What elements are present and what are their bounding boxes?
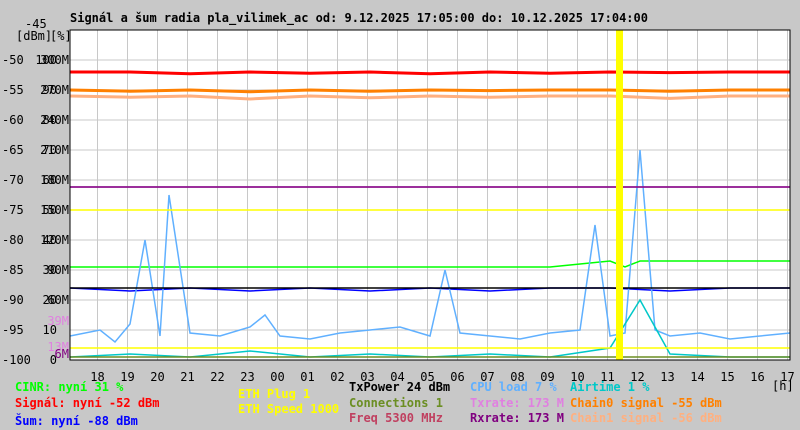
- y-tick-dbm: -95: [2, 323, 24, 337]
- legend-chain1: Chain1 signal -56 dBm: [570, 411, 722, 425]
- x-tick-label: 16: [750, 370, 764, 384]
- y-tick-rate: 300M: [40, 53, 69, 67]
- y-tick-dbm: -55: [2, 83, 24, 97]
- legend-chain0: Chain0 signal -55 dBm: [570, 396, 722, 410]
- x-tick-label: 00: [270, 370, 284, 384]
- y-tick-dbm: -90: [2, 293, 24, 307]
- x-tick-label: 23: [240, 370, 254, 384]
- y-tick-rate: 270M: [40, 83, 69, 97]
- legend-freq: Freq 5300 MHz: [349, 411, 443, 425]
- y-tick-dbm: -75: [2, 203, 24, 217]
- legend-cpu: CPU load 7 %: [470, 380, 557, 394]
- y-tick-dbm: -50: [2, 53, 24, 67]
- rate-marker-label: 6M: [55, 347, 69, 361]
- legend-txpower: TxPower 24 dBm: [349, 380, 451, 394]
- y-tick-rate: 120M: [40, 233, 69, 247]
- y-tick-dbm: -80: [2, 233, 24, 247]
- x-tick-label: 01: [300, 370, 314, 384]
- plot-area: 18 19 20 21 22 23 00 01 02 03 04 05 06 07 08 09 10 11 12 13…: [2, 17, 795, 393]
- legend-eth-plug: ETH Plug 1: [238, 387, 311, 401]
- y-tick-rate: 240M: [40, 113, 69, 127]
- time-marker: [616, 30, 623, 360]
- legend-noise: Šum: nyní -88 dBm: [15, 414, 138, 428]
- x-tick-label: 06: [450, 370, 464, 384]
- y-unit-pct: [%]: [50, 29, 72, 43]
- x-unit-label: [h]: [772, 379, 794, 393]
- y-tick-rate: 180M: [40, 173, 69, 187]
- plot-background: [70, 30, 790, 360]
- legend-airtime: Airtime 1 %: [570, 380, 650, 394]
- legend-txrate: Txrate: 173 M: [470, 396, 564, 410]
- legend-connections: Connections 1: [349, 396, 443, 410]
- y-tick-dbm: -60: [2, 113, 24, 127]
- x-tick-label: 22: [210, 370, 224, 384]
- y-tick-rate: 210M: [40, 143, 69, 157]
- y-tick-rate: 150M: [40, 203, 69, 217]
- x-tick-label: 14: [690, 370, 704, 384]
- chart-window: Signál a šum radia pla_vilimek_ac od: 9.…: [0, 0, 800, 430]
- x-tick-label: 20: [150, 370, 164, 384]
- x-tick-label: 02: [330, 370, 344, 384]
- y-tick-dbm: -85: [2, 263, 24, 277]
- legend-signal: Signál: nyní -52 dBm: [15, 396, 160, 410]
- x-tick-label: 21: [180, 370, 194, 384]
- rate-marker-label: 39M: [47, 314, 69, 328]
- legend-rxrate: Rxrate: 173 M: [470, 411, 564, 425]
- x-tick-label: 13: [660, 370, 674, 384]
- x-tick-label: 15: [720, 370, 734, 384]
- y-tick-dbm: -70: [2, 173, 24, 187]
- legend-eth-speed: ETH Speed 1000: [238, 402, 340, 416]
- legend-cinr: CINR: nyní 31 %: [15, 380, 124, 394]
- y-tick-dbm: -65: [2, 143, 24, 157]
- y-unit-dbm: [dBm]: [16, 29, 52, 43]
- y-tick-rate: 60M: [47, 293, 69, 307]
- y-tick-dbm: -100: [2, 353, 31, 367]
- y-tick-rate: 90M: [47, 263, 69, 277]
